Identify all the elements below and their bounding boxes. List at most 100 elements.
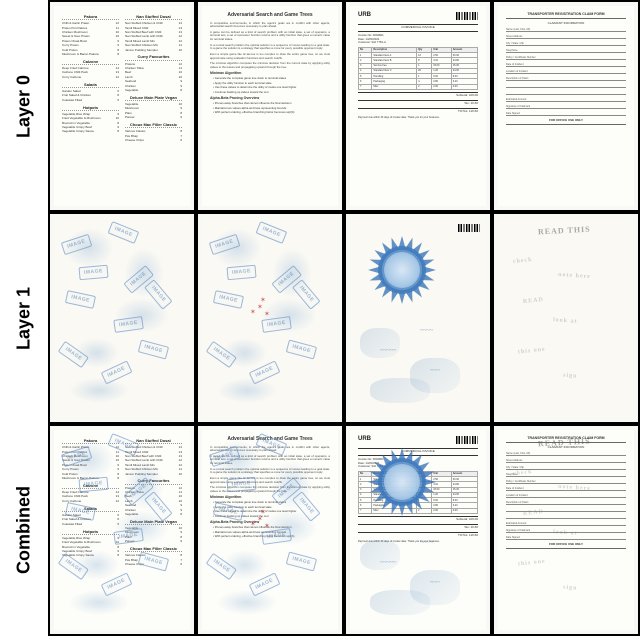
stamp-mark: IMAGE	[286, 339, 317, 359]
red-mark-icon: ✶	[257, 303, 265, 311]
form-field-line: City / State / Zip	[506, 42, 626, 46]
stamp-mark: IMAGE	[209, 234, 240, 255]
stamp-mark: IMAGE	[227, 265, 257, 280]
form-field-line	[506, 508, 626, 512]
invoice-logo: URB	[358, 436, 371, 444]
form-header: TRANSPORTER REGISTRATION CLAIM FORM	[506, 12, 626, 19]
menu-item: Vegetable Crispy Sauce8	[62, 130, 119, 134]
invoice-footer: Payment due within 30 days of invoice da…	[358, 116, 478, 119]
figure-grid: Layer 0 PakoraChilli & Garlic Prawn12Pra…	[0, 0, 640, 636]
menu-item: Beef10	[125, 71, 182, 75]
handwriting-annotation: note here	[558, 272, 591, 282]
cell-combined-col1: PakoraChilli & Garlic Prawn12Prawn Puri …	[48, 424, 196, 636]
menu-section-title: Deluxe Main Plate Vegan	[125, 519, 182, 525]
menu-item: Coleslaw Filled5	[62, 99, 119, 103]
stamp-mark: IMAGE	[256, 221, 287, 243]
handwriting-annotation: sign	[563, 585, 578, 594]
signature-mark: ~~~	[430, 580, 440, 588]
menu-section-title: Salads	[62, 506, 119, 512]
menu-section-title: Nan Stuffed Dosai	[125, 438, 182, 444]
paper-paragraph: A game can be defined as a kind of searc…	[210, 31, 330, 42]
overlay-stamps-red-page: IMAGE IMAGE IMAGE IMAGE IMAGE IMAGE IMAGE IMAGE…	[202, 218, 338, 418]
menu-item: Vegetable Crispy Sauce8	[62, 554, 119, 558]
menu-section-title: Nan Stuffed Dosai	[125, 14, 182, 20]
form-field-line: Date of Incident	[506, 63, 626, 67]
menu-item: Vegetable8	[125, 89, 182, 93]
form-field-line: Street Address	[506, 459, 626, 463]
paper-bullet: • Continue backing up values toward the …	[213, 91, 330, 95]
stamp-mark: IMAGE	[249, 572, 280, 596]
stamp-mark: IMAGE	[123, 265, 153, 293]
form-field-line: Name (Last, First, MI)	[506, 452, 626, 456]
form-field-line	[506, 91, 626, 95]
stamp-mark: IMAGE	[144, 279, 172, 309]
smear-mark	[360, 540, 400, 570]
form-field-line: Estimated Amount	[506, 522, 626, 526]
stamp-mark: IMAGE	[79, 265, 109, 280]
menu-section-title: Hotpots	[62, 529, 119, 535]
invoice-footer: Payment due within 30 days of invoice da…	[358, 540, 478, 543]
menu-item: Vegetable8	[125, 513, 182, 517]
invoice-table: NoDescriptionQtyUnitAmount1Standard Item…	[358, 47, 478, 90]
smudge-mark	[69, 378, 129, 403]
menu-item: Chicken Tikka11	[125, 491, 182, 495]
overlay-scribble-page: READ THISchecknote hereREADlook atthis o…	[498, 218, 634, 418]
form-field-line	[506, 84, 626, 88]
smudge-mark	[272, 248, 312, 298]
smudge-mark	[74, 338, 119, 368]
cell-layer0-col3: URBCOMMERCIAL INVOICEInvoice No: 0004821…	[344, 0, 492, 212]
cell-combined-col3: URBCOMMERCIAL INVOICEInvoice No: 0004821…	[344, 424, 492, 636]
invoice-table: NoDescriptionQtyUnitAmount1Standard Item…	[358, 471, 478, 514]
paper-paragraph: In competitive environments, in which th…	[210, 22, 330, 29]
smear-mark	[410, 358, 460, 393]
table-cell: 7	[359, 84, 372, 89]
paper-bullet: • With perfect ordering, effective branc…	[213, 111, 330, 115]
form-field-line: Telephone	[506, 473, 626, 477]
handwriting-annotation: READ THIS	[538, 225, 591, 238]
form-field-line: Signature of Claimant	[506, 105, 626, 109]
menu-item: Paneer9	[125, 116, 182, 120]
invoice-total: TOTAL: 116.60	[358, 532, 478, 538]
paper-paragraph: Even a simple game like tic-tac-toe is t…	[210, 53, 330, 60]
handwriting-annotation: check	[513, 257, 533, 267]
form-field-line: Date Signed	[506, 536, 626, 540]
paper-bullet: • With perfect ordering, effective branc…	[213, 535, 330, 539]
stamp-mark: IMAGE	[213, 290, 244, 308]
paper-paragraph: In a normal search problem the optimal s…	[210, 468, 330, 475]
cell-layer1-col4: READ THISchecknote hereREADlook atthis o…	[492, 212, 640, 424]
form-field-line: City / State / Zip	[506, 466, 626, 470]
invoice-header: URB	[358, 12, 478, 20]
menu-section-title: Calzone	[62, 59, 119, 65]
smudge-mark	[222, 550, 267, 580]
form-field-line: Location of Incident	[506, 494, 626, 498]
stamp-mark: IMAGE	[206, 553, 237, 580]
smear-mark	[360, 328, 400, 358]
red-mark-icon: ✶	[250, 308, 258, 316]
stamp-mark: IMAGE	[271, 265, 301, 293]
paper-paragraph: In competitive environments, in which th…	[210, 446, 330, 453]
cell-layer1-col3: ~~~~~~~~~~~~	[344, 212, 492, 424]
smudge-mark	[217, 590, 277, 615]
menu-section-title: Curry Favourites	[125, 478, 182, 484]
stamp-mark: IMAGE	[261, 316, 291, 332]
form-field-line: Telephone	[506, 49, 626, 53]
menu-item: Mushroom9	[125, 531, 182, 535]
menu-document: PakoraChilli & Garlic Prawn12Prawn Puri …	[54, 6, 190, 206]
form-subheader: CLAIMANT INFORMATION	[506, 22, 626, 26]
confidential-seal-icon	[368, 236, 436, 304]
smudge-mark	[64, 228, 114, 268]
form-field-line: Policy / Certificate Number	[506, 56, 626, 60]
form-field-line: Description of Claim	[506, 77, 626, 81]
smudge-mark	[262, 298, 317, 333]
cell-layer0-col2: Adversarial Search and Game TreesIn comp…	[196, 0, 344, 212]
stamp-mark: IMAGE	[249, 360, 280, 384]
menu-item: Curry Calzone12	[62, 500, 119, 504]
stamp-mark: IMAGE	[61, 234, 92, 255]
form-field-line: Street Address	[506, 35, 626, 39]
form-document: TRANSPORTER REGISTRATION CLAIM FORM CLAIM…	[498, 6, 634, 206]
form-header: TRANSPORTER REGISTRATION CLAIM FORM	[506, 436, 626, 443]
cell-layer1-col1: IMAGEIMAGEIMAGEIMAGEIMAGEIMAGEIMAGEIMAGE…	[48, 212, 196, 424]
menu-section-title: Deluxe Main Plate Vegan	[125, 95, 182, 101]
paper-paragraph: The minimax algorithm computes the minim…	[210, 486, 330, 493]
form-field-line: Name (Last, First, MI)	[506, 28, 626, 32]
